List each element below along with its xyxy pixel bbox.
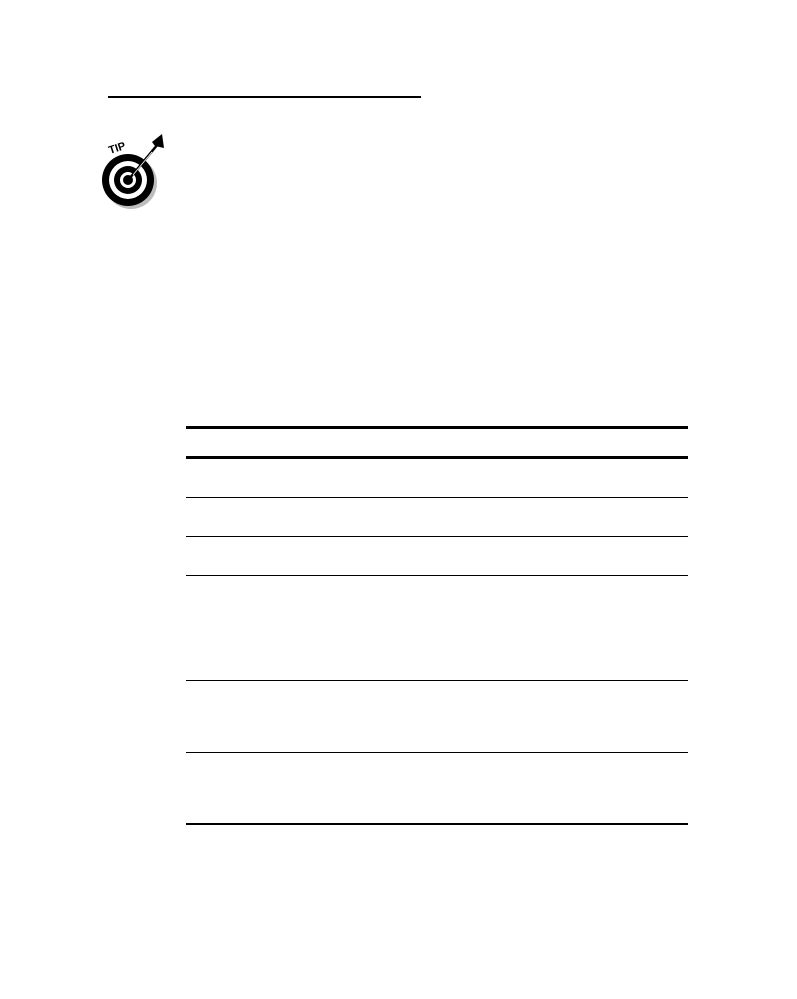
table-row-rule — [186, 497, 688, 498]
table-header-rule — [186, 456, 688, 459]
table-row-rule — [186, 752, 688, 753]
table-row-rule — [186, 536, 688, 537]
table-row-rule — [186, 680, 688, 681]
table-top-rule — [186, 426, 688, 429]
table-bottom-rule — [186, 823, 688, 825]
tip-target-icon: TIP — [102, 132, 172, 212]
header-rule — [108, 96, 421, 98]
table-row-rule — [186, 575, 688, 576]
